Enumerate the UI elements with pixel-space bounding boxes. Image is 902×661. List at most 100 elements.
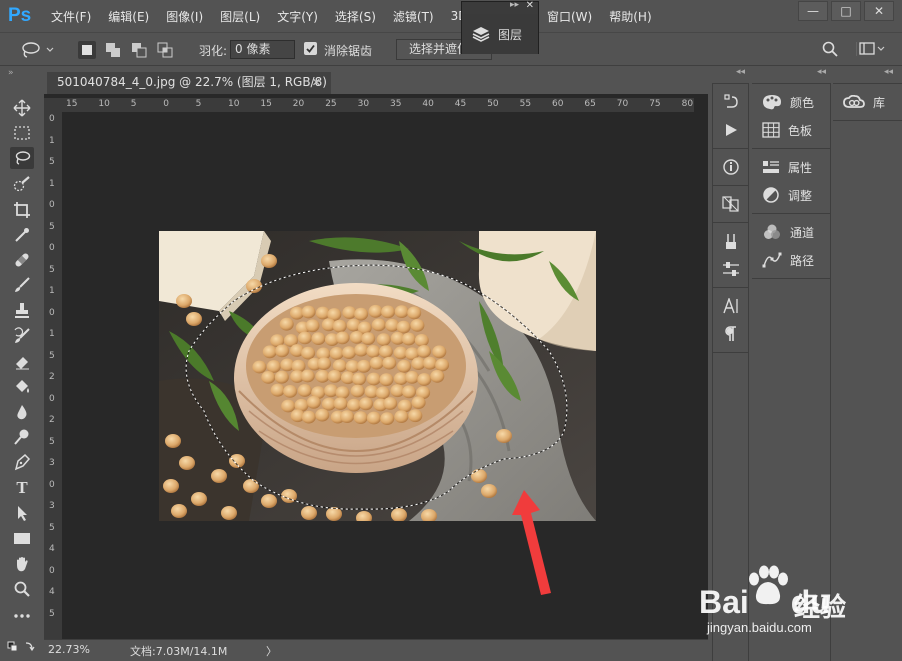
brush-tool-icon[interactable] bbox=[10, 274, 34, 296]
more-tools-icon[interactable] bbox=[10, 605, 34, 627]
ruler-h-tick-label: 45 bbox=[454, 99, 467, 109]
healing-brush-tool-icon[interactable] bbox=[10, 249, 34, 271]
soybean bbox=[266, 360, 281, 373]
menu-type[interactable]: 文字(Y) bbox=[277, 8, 318, 25]
eraser-tool-icon[interactable] bbox=[10, 350, 34, 372]
search-icon[interactable] bbox=[821, 40, 839, 58]
menu-image[interactable]: 图像(I) bbox=[166, 8, 203, 25]
libraries-panel-button[interactable]: 库 bbox=[833, 88, 902, 116]
horizontal-ruler[interactable]: 15 10 5 0 5 10 15 20 25 30 35 40 45 50 55 60 65 70 75 80 bbox=[62, 98, 694, 112]
paint-bucket-tool-icon[interactable] bbox=[10, 376, 34, 398]
add-to-selection-icon[interactable] bbox=[104, 41, 122, 59]
soybean bbox=[407, 306, 422, 320]
quick-selection-tool-icon[interactable] bbox=[10, 173, 34, 195]
document-tab[interactable]: 501040784_4_0.jpg @ 22.7% (图层 1, RGB/8) … bbox=[47, 70, 331, 110]
rectangle-tool-icon[interactable] bbox=[10, 527, 34, 549]
crop-tool-icon[interactable] bbox=[10, 199, 34, 221]
panel-collapse-icon[interactable]: ◂◂ bbox=[884, 67, 893, 77]
tool-preset-picker[interactable] bbox=[20, 40, 60, 60]
soybean bbox=[380, 412, 395, 425]
hand-tool-icon[interactable] bbox=[10, 553, 34, 575]
antialias-checkbox[interactable] bbox=[304, 42, 317, 55]
soybean bbox=[283, 385, 298, 398]
status-menu-arrow[interactable]: 〉 bbox=[266, 643, 277, 659]
maximize-button[interactable]: □ bbox=[831, 1, 861, 21]
ruler-v-tick-label: 0 bbox=[49, 565, 55, 576]
soybean-photo[interactable] bbox=[159, 231, 596, 521]
vertical-ruler[interactable]: 015105051015202530354045 bbox=[44, 112, 62, 639]
minimize-button[interactable]: — bbox=[798, 1, 828, 21]
history-icon[interactable] bbox=[713, 88, 748, 116]
antialias-label: 消除锯齿 bbox=[324, 44, 373, 58]
path-selection-tool-icon[interactable] bbox=[10, 502, 34, 524]
close-icon[interactable]: ✕ bbox=[526, 0, 534, 11]
marquee-tool-icon[interactable] bbox=[10, 122, 34, 144]
swap-colors-icon[interactable] bbox=[6, 640, 36, 661]
toolbar-collapse-icon[interactable]: » bbox=[8, 68, 14, 78]
layers-panel-titlebar[interactable]: ▸▸ ✕ bbox=[462, 0, 538, 14]
panel-group-libraries: 库 bbox=[833, 83, 902, 121]
menu-window[interactable]: 窗口(W) bbox=[547, 8, 592, 25]
soybean bbox=[379, 373, 394, 387]
ruler-h-tick-label: 15 bbox=[66, 99, 78, 109]
play-icon bbox=[725, 124, 737, 136]
eyedropper-tool-icon[interactable] bbox=[10, 224, 34, 246]
subtract-from-selection-icon[interactable] bbox=[130, 41, 148, 59]
panel-collapse-icon[interactable]: ◂◂ bbox=[736, 67, 745, 77]
pen-tool-icon[interactable] bbox=[10, 451, 34, 473]
channels-panel-button[interactable]: 通道 bbox=[752, 218, 830, 246]
dodge-tool-icon[interactable] bbox=[10, 426, 34, 448]
info-circle-icon bbox=[722, 159, 739, 175]
clone-source-icon[interactable] bbox=[713, 190, 748, 218]
canvas[interactable] bbox=[62, 112, 694, 639]
actions-icon[interactable] bbox=[713, 116, 748, 144]
menu-select[interactable]: 选择(S) bbox=[335, 8, 376, 25]
move-tool-icon[interactable] bbox=[10, 97, 34, 119]
color-panel-button[interactable]: 颜色 bbox=[752, 88, 830, 116]
paragraph-icon[interactable] bbox=[713, 320, 748, 348]
soybean bbox=[354, 307, 369, 321]
clone-stamp-tool-icon[interactable] bbox=[10, 300, 34, 322]
soybean bbox=[279, 317, 294, 331]
panel-collapse-icon[interactable]: ◂◂ bbox=[817, 67, 826, 77]
layers-panel-button[interactable]: 图层 bbox=[462, 14, 538, 54]
ruler-h-tick-label: 75 bbox=[649, 99, 661, 109]
zoom-tool-icon[interactable] bbox=[10, 578, 34, 600]
lasso-icon bbox=[22, 42, 40, 58]
history-brush-tool-icon[interactable] bbox=[10, 325, 34, 347]
type-tool-icon[interactable]: T bbox=[10, 477, 34, 499]
info-icon[interactable] bbox=[713, 153, 748, 181]
workspace-icon[interactable] bbox=[856, 42, 886, 56]
lasso-tool-icon[interactable] bbox=[10, 147, 34, 169]
tab-close-icon[interactable]: ✕ bbox=[312, 72, 321, 93]
grid-icon bbox=[762, 122, 780, 138]
ruler-origin[interactable] bbox=[44, 98, 62, 112]
pilcrow-icon bbox=[724, 326, 736, 341]
soybean bbox=[335, 386, 350, 399]
close-button[interactable]: ✕ bbox=[864, 1, 894, 21]
zoom-level[interactable]: 22.73% bbox=[48, 643, 90, 656]
swatches-panel-button[interactable]: 色板 bbox=[752, 116, 830, 144]
tool-presets-icon[interactable] bbox=[713, 255, 748, 283]
menu-filter[interactable]: 滤镜(T) bbox=[393, 8, 434, 25]
layers-floating-panel[interactable]: ▸▸ ✕ 图层 bbox=[461, 0, 539, 54]
blur-tool-icon[interactable] bbox=[10, 401, 34, 423]
soybean bbox=[311, 332, 326, 345]
collapse-icon[interactable]: ▸▸ bbox=[510, 0, 519, 10]
character-icon[interactable] bbox=[713, 292, 748, 320]
properties-panel-button[interactable]: 属性 bbox=[752, 153, 830, 181]
menu-edit[interactable]: 编辑(E) bbox=[108, 8, 149, 25]
intersect-selection-icon[interactable] bbox=[156, 41, 174, 59]
feather-input[interactable]: 0 像素 bbox=[230, 40, 295, 59]
soybean bbox=[275, 344, 290, 358]
adjustments-panel-button[interactable]: 调整 bbox=[752, 181, 830, 209]
soybean bbox=[305, 319, 320, 333]
crop-icon bbox=[14, 202, 30, 218]
menu-file[interactable]: 文件(F) bbox=[51, 8, 91, 25]
brush-settings-icon[interactable] bbox=[713, 227, 748, 255]
new-selection-icon[interactable] bbox=[78, 41, 96, 59]
menu-help[interactable]: 帮助(H) bbox=[609, 8, 651, 25]
paths-panel-button[interactable]: 路径 bbox=[752, 246, 830, 274]
menu-layer[interactable]: 图层(L) bbox=[220, 8, 260, 25]
menu-bar: Ps 文件(F) 编辑(E) 图像(I) 图层(L) 文字(Y) 选择(S) 滤… bbox=[0, 0, 902, 32]
